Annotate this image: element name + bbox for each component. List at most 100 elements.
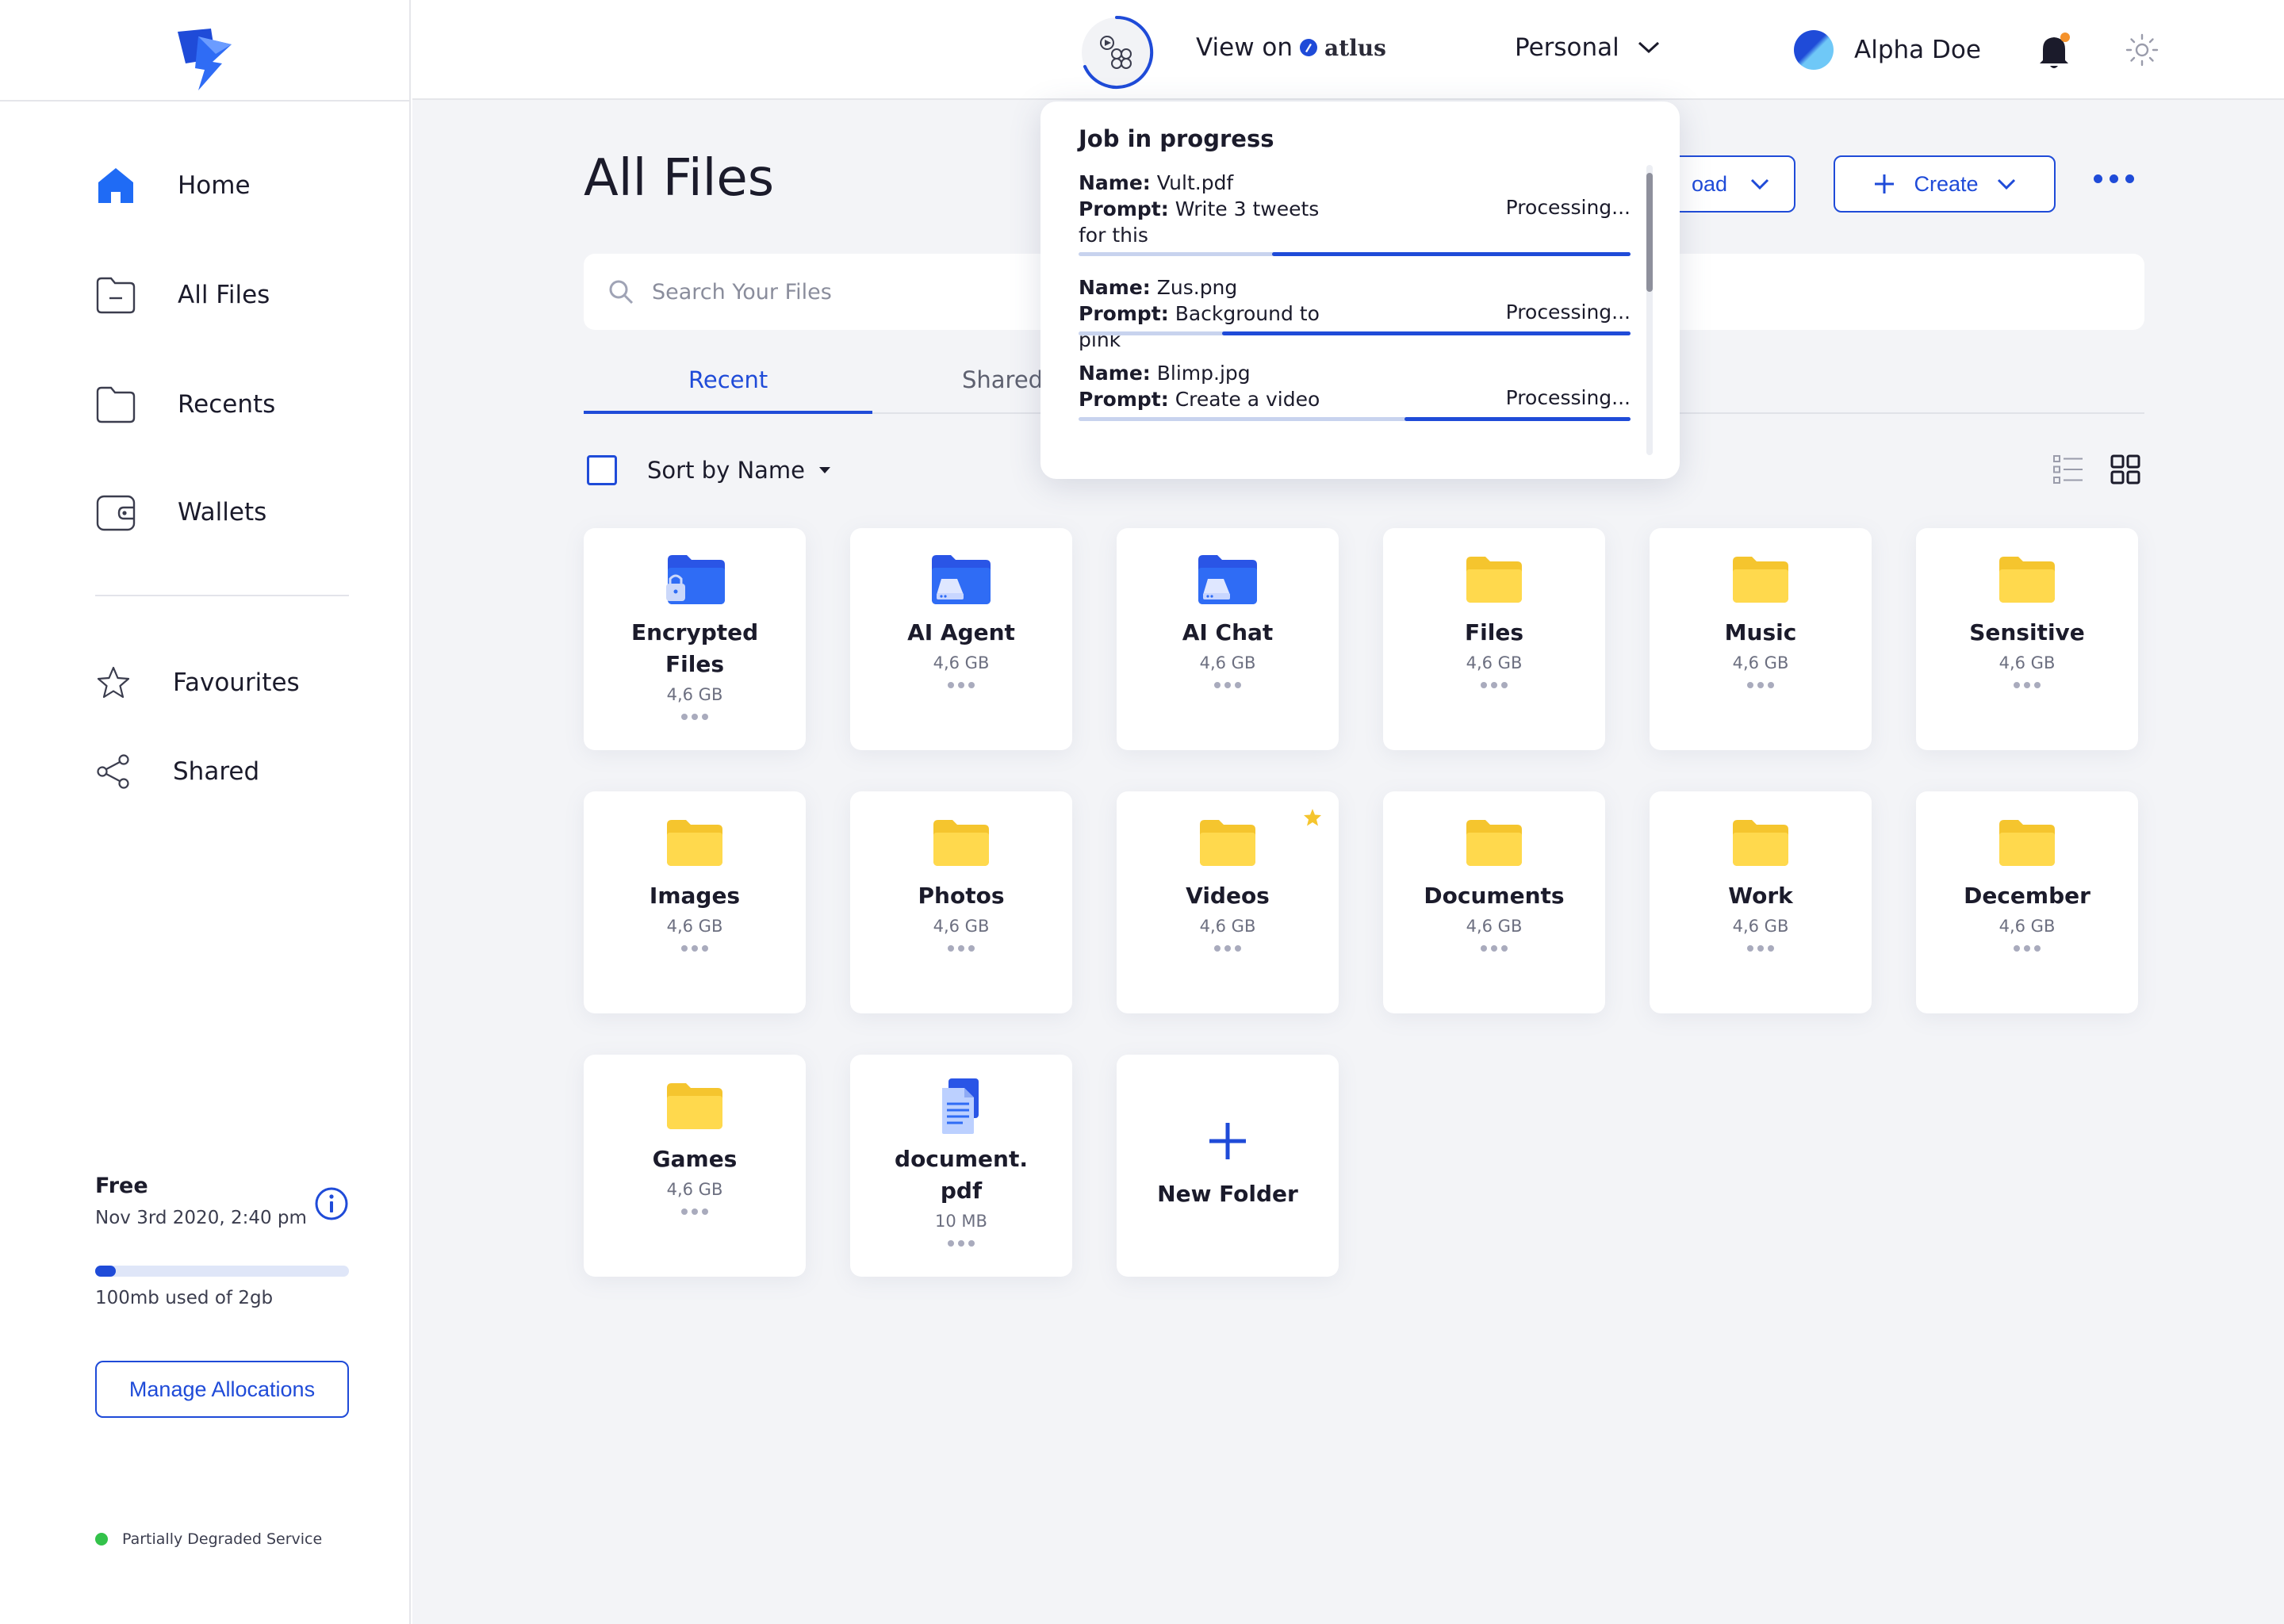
file-card-games[interactable]: Games 4,6 GB (584, 1055, 806, 1277)
sort-dropdown[interactable]: Sort by Name (647, 457, 832, 484)
file-card-size: 4,6 GB (666, 685, 723, 704)
job-name-line: Name: Zus.png (1079, 274, 1631, 301)
file-card-sensitive[interactable]: Sensitive 4,6 GB (1916, 528, 2138, 750)
card-more-options-icon[interactable] (948, 1240, 975, 1247)
card-more-options-icon[interactable] (948, 682, 975, 688)
folder-icon (1727, 550, 1794, 609)
sidebar-item-favourites[interactable]: Favourites (95, 665, 300, 701)
file-card-work[interactable]: Work 4,6 GB (1650, 791, 1872, 1013)
card-more-options-icon[interactable] (1214, 682, 1241, 688)
card-more-options-icon[interactable] (1747, 945, 1774, 952)
theme-toggle-sun-icon[interactable] (2125, 33, 2159, 67)
app-logo-icon[interactable] (174, 27, 235, 92)
job-progress-bar (1079, 331, 1631, 335)
sidebar-item-label: All Files (178, 281, 270, 309)
file-card-ai-agent[interactable]: AI Agent 4,6 GB (850, 528, 1072, 750)
file-card-ai-chat[interactable]: AI Chat 4,6 GB (1117, 528, 1339, 750)
storage-usage-text: 100mb used of 2gb (95, 1288, 274, 1308)
popup-scrollbar[interactable] (1646, 165, 1653, 455)
sidebar-item-recents[interactable]: Recents (95, 384, 275, 425)
storage-usage-bar (95, 1266, 349, 1277)
sidebar-item-shared[interactable]: Shared (95, 753, 259, 790)
file-card-name: December (1964, 883, 2090, 909)
job-name-line: Name: Vult.pdf (1079, 170, 1631, 196)
folder-outline-icon (96, 386, 136, 423)
select-all-checkbox[interactable] (587, 455, 617, 485)
list-view-icon[interactable] (2052, 454, 2084, 485)
file-card-size: 4,6 GB (933, 653, 990, 672)
file-card-size: 10 MB (935, 1212, 987, 1231)
card-more-options-icon[interactable] (681, 714, 708, 720)
tab-shared[interactable]: Shared (962, 366, 1043, 393)
user-menu[interactable]: Alpha Doe (1794, 30, 1981, 70)
job-status: Processing... (1505, 301, 1631, 324)
workspace-dropdown[interactable]: Personal (1515, 33, 1661, 62)
atlus-job-icon[interactable] (1079, 14, 1155, 90)
card-more-options-icon[interactable] (1481, 945, 1508, 952)
job-status: Processing... (1505, 386, 1631, 409)
card-more-options-icon[interactable] (948, 945, 975, 952)
user-name: Alpha Doe (1854, 36, 1981, 64)
file-card-size: 4,6 GB (666, 917, 723, 936)
file-card-name: Videos (1186, 883, 1270, 909)
folder-icon (1461, 550, 1527, 609)
job-progress-bar (1079, 252, 1631, 256)
card-more-options-icon[interactable] (681, 1208, 708, 1215)
file-card-size: 4,6 GB (933, 917, 990, 936)
card-more-options-icon[interactable] (1214, 945, 1241, 952)
file-card-encrypted-files[interactable]: Encrypted Files 4,6 GB (584, 528, 806, 750)
manage-allocations-button[interactable]: Manage Allocations (95, 1361, 349, 1418)
job-prompt-line: Prompt: Create a video (1079, 386, 1348, 412)
card-more-options-icon[interactable] (1747, 682, 1774, 688)
file-card-images[interactable]: Images 4,6 GB (584, 791, 806, 1013)
card-more-options-icon[interactable] (2014, 945, 2041, 952)
card-more-options-icon[interactable] (681, 945, 708, 952)
tab-recent[interactable]: Recent (688, 366, 768, 393)
sidebar-item-label: Recents (178, 390, 276, 419)
sidebar-item-home[interactable]: Home (95, 165, 251, 206)
card-more-options-icon[interactable] (2014, 682, 2041, 688)
sort-label: Sort by Name (647, 457, 806, 484)
sidebar-item-label: Favourites (173, 668, 300, 697)
file-card-photos[interactable]: Photos 4,6 GB (850, 791, 1072, 1013)
file-card-new-folder[interactable]: New Folder (1117, 1055, 1339, 1277)
info-icon[interactable] (314, 1186, 349, 1221)
job-name-label: Name: (1079, 171, 1151, 194)
file-card-name: Images (649, 883, 741, 909)
view-on-atlus-link[interactable]: View on atlus (1196, 33, 1386, 62)
file-card-videos[interactable]: Videos 4,6 GB (1117, 791, 1339, 1013)
sidebar-divider (95, 595, 349, 596)
chevron-down-icon (1750, 178, 1769, 190)
job-progress-fill (1404, 417, 1631, 421)
job-prompt-label: Prompt: (1079, 388, 1169, 411)
file-card-documents[interactable]: Documents 4,6 GB (1383, 791, 1605, 1013)
file-card-december[interactable]: December 4,6 GB (1916, 791, 2138, 1013)
file-card-music[interactable]: Music 4,6 GB (1650, 528, 1872, 750)
favourite-star-icon[interactable] (1302, 807, 1323, 828)
scrollbar-thumb[interactable] (1646, 173, 1653, 292)
file-card-document-pdf[interactable]: document. pdf 10 MB (850, 1055, 1072, 1277)
status-dot-icon (95, 1533, 108, 1545)
file-card-name: New Folder (1157, 1181, 1298, 1207)
file-card-size: 4,6 GB (1998, 653, 2056, 672)
grid-view-icon[interactable] (2110, 454, 2141, 485)
workspace-label: Personal (1515, 33, 1619, 62)
folder-icon (1194, 814, 1261, 872)
atlus-logo-icon (1300, 39, 1318, 56)
notification-bell-icon[interactable] (2037, 30, 2073, 71)
sidebar-item-all-files[interactable]: All Files (95, 274, 270, 316)
file-card-files[interactable]: Files 4,6 GB (1383, 528, 1605, 750)
file-card-name: Games (652, 1146, 738, 1172)
file-card-name: AI Agent (907, 619, 1015, 645)
job-name-line: Name: Blimp.jpg (1079, 360, 1631, 386)
file-card-name: document. pdf (895, 1146, 1028, 1204)
folder-icon (928, 814, 994, 872)
more-options-icon[interactable] (2094, 174, 2134, 183)
card-more-options-icon[interactable] (1481, 682, 1508, 688)
file-card-size: 4,6 GB (1199, 653, 1256, 672)
create-button[interactable]: Create (1834, 155, 2056, 213)
sidebar-item-wallets[interactable]: Wallets (95, 492, 266, 533)
job-name-label: Name: (1079, 276, 1151, 299)
file-card-size: 4,6 GB (1732, 653, 1789, 672)
plan-info: Free Nov 3rd 2020, 2:40 pm (95, 1174, 349, 1228)
